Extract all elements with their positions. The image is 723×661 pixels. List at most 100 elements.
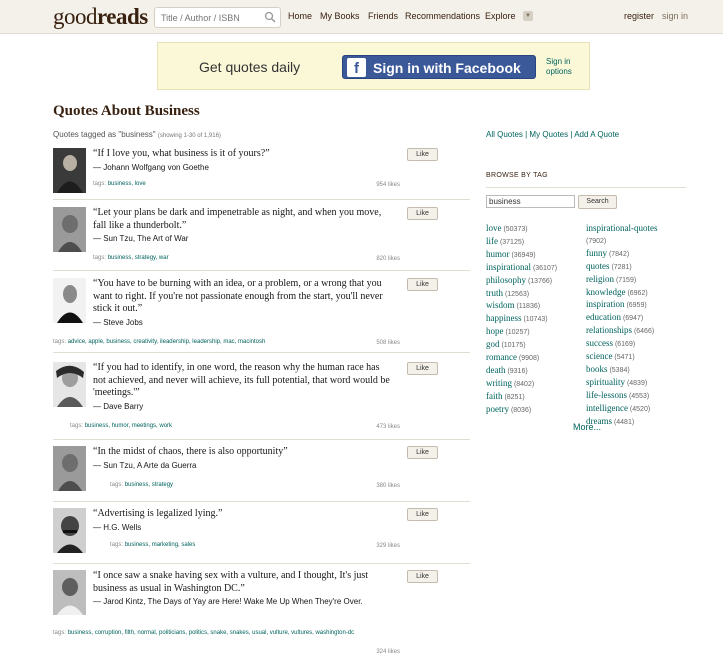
tag-item[interactable]: quotes (7281): [586, 261, 658, 274]
tag-item[interactable]: relationships (6466): [586, 325, 658, 338]
chevron-down-icon[interactable]: ▼: [523, 11, 533, 21]
tag-item[interactable]: writing (8402): [486, 378, 557, 391]
tag-item[interactable]: funny (7842): [586, 248, 658, 261]
tag-name[interactable]: happiness: [486, 313, 522, 323]
tag-name[interactable]: books: [586, 364, 608, 374]
tag-name[interactable]: knowledge: [586, 287, 626, 297]
nav-friends[interactable]: Friends: [368, 11, 398, 21]
tag-item[interactable]: faith (8251): [486, 391, 557, 404]
tag-name[interactable]: philosophy: [486, 275, 526, 285]
tag-name[interactable]: life-lessons: [586, 390, 627, 400]
sign-in-link[interactable]: sign in: [662, 11, 688, 21]
like-button[interactable]: Like: [407, 508, 438, 521]
tag-name[interactable]: success: [586, 338, 613, 348]
like-button[interactable]: Like: [407, 362, 438, 375]
nav-explore[interactable]: Explore: [485, 11, 516, 21]
tag-item[interactable]: happiness (10743): [486, 313, 557, 326]
search-input[interactable]: [155, 8, 259, 28]
quote-author[interactable]: ― Dave Barry: [93, 401, 393, 414]
tag-name[interactable]: poetry: [486, 404, 509, 414]
tag-name[interactable]: life: [486, 236, 498, 246]
author-avatar[interactable]: [53, 362, 86, 407]
tag-item[interactable]: hope (10257): [486, 326, 557, 339]
tag-name[interactable]: truth: [486, 288, 503, 298]
tag-name[interactable]: inspiration: [586, 299, 625, 309]
nav-home[interactable]: Home: [288, 11, 312, 21]
tag-name[interactable]: love: [486, 223, 502, 233]
tag-item[interactable]: knowledge (6962): [586, 287, 658, 300]
tag-name[interactable]: intelligence: [586, 403, 628, 413]
tag-name[interactable]: spirituality: [586, 377, 625, 387]
quote-author[interactable]: ― Sun Tzu, The Art of War: [93, 233, 393, 246]
tag-item[interactable]: humor (36949): [486, 249, 557, 262]
tag-item[interactable]: romance (9908): [486, 352, 557, 365]
tag-item[interactable]: life-lessons (4553): [586, 390, 658, 403]
like-button[interactable]: Like: [407, 446, 438, 459]
tag-item[interactable]: truth (12563): [486, 288, 557, 301]
tag-links[interactable]: business, corruption, filth, normal, pol…: [68, 630, 354, 636]
author-avatar[interactable]: [53, 570, 86, 615]
goodreads-logo[interactable]: goodreads: [53, 4, 148, 30]
tag-item[interactable]: death (9316): [486, 365, 557, 378]
tag-links[interactable]: business, strategy, war: [108, 255, 169, 261]
quote-author[interactable]: ― Jarod Kintz, The Days of Yay are Here!…: [93, 596, 393, 609]
tag-item[interactable]: inspiration (6959): [586, 299, 658, 312]
quote-author[interactable]: ― Johann Wolfgang von Goethe: [93, 162, 393, 175]
tag-item[interactable]: life (37125): [486, 236, 557, 249]
like-button[interactable]: Like: [407, 148, 438, 161]
search-icon[interactable]: [264, 11, 276, 23]
tag-search-button[interactable]: Search: [578, 195, 617, 209]
tag-name[interactable]: faith: [486, 391, 503, 401]
quote-author[interactable]: ― H.G. Wells: [93, 522, 393, 535]
tag-item[interactable]: intelligence (4520): [586, 403, 658, 416]
like-button[interactable]: Like: [407, 570, 438, 583]
like-button[interactable]: Like: [407, 207, 438, 220]
tag-name[interactable]: romance: [486, 352, 517, 362]
tag-name[interactable]: science: [586, 351, 612, 361]
tag-name[interactable]: religion: [586, 274, 614, 284]
author-avatar[interactable]: [53, 148, 86, 193]
author-avatar[interactable]: [53, 278, 86, 323]
tag-item[interactable]: inspirational (36107): [486, 262, 557, 275]
register-link[interactable]: register: [624, 11, 654, 21]
author-avatar[interactable]: [53, 446, 86, 491]
facebook-signin-button[interactable]: f Sign in with Facebook: [342, 55, 536, 79]
tag-name[interactable]: relationships: [586, 325, 632, 335]
tag-name[interactable]: humor: [486, 249, 510, 259]
tag-item[interactable]: poetry (8036): [486, 404, 557, 417]
sign-in-options-link[interactable]: Sign in options: [546, 57, 586, 77]
tag-name[interactable]: funny: [586, 248, 607, 258]
tag-name[interactable]: quotes: [586, 261, 610, 271]
tag-name[interactable]: inspirational-quotes: [586, 223, 658, 233]
tag-links[interactable]: business, strategy: [125, 482, 173, 488]
tag-item[interactable]: science (5471): [586, 351, 658, 364]
tag-name[interactable]: writing: [486, 378, 512, 388]
nav-recommendations[interactable]: Recommendations: [405, 11, 480, 21]
like-button[interactable]: Like: [407, 278, 438, 291]
tag-links[interactable]: business, marketing, sales: [125, 542, 196, 548]
tag-links[interactable]: advice, apple, business, creativity, ile…: [68, 339, 266, 345]
tag-item[interactable]: love (50373): [486, 223, 557, 236]
more-tags-link[interactable]: More...: [573, 422, 601, 432]
tag-name[interactable]: god: [486, 339, 500, 349]
tag-name[interactable]: wisdom: [486, 300, 515, 310]
tag-item[interactable]: books (5384): [586, 364, 658, 377]
quote-author[interactable]: ― Sun Tzu, A Arte da Guerra: [93, 460, 393, 473]
tag-name[interactable]: inspirational: [486, 262, 531, 272]
author-avatar[interactable]: [53, 508, 86, 553]
tag-item[interactable]: god (10175): [486, 339, 557, 352]
tag-item[interactable]: wisdom (11836): [486, 300, 557, 313]
nav-my-books[interactable]: My Books: [320, 11, 360, 21]
author-avatar[interactable]: [53, 207, 86, 252]
tag-links[interactable]: business, humor, meetings, work: [85, 423, 172, 429]
tag-item[interactable]: philosophy (13766): [486, 275, 557, 288]
tag-item[interactable]: religion (7159): [586, 274, 658, 287]
tag-name[interactable]: death: [486, 365, 506, 375]
tag-name[interactable]: hope: [486, 326, 504, 336]
tag-item[interactable]: spirituality (4839): [586, 377, 658, 390]
quote-author[interactable]: ― Steve Jobs: [93, 317, 393, 330]
tag-search-input[interactable]: business: [486, 195, 575, 208]
tag-name[interactable]: education: [586, 312, 621, 322]
tag-item[interactable]: success (6169): [586, 338, 658, 351]
tag-item[interactable]: education (6947): [586, 312, 658, 325]
